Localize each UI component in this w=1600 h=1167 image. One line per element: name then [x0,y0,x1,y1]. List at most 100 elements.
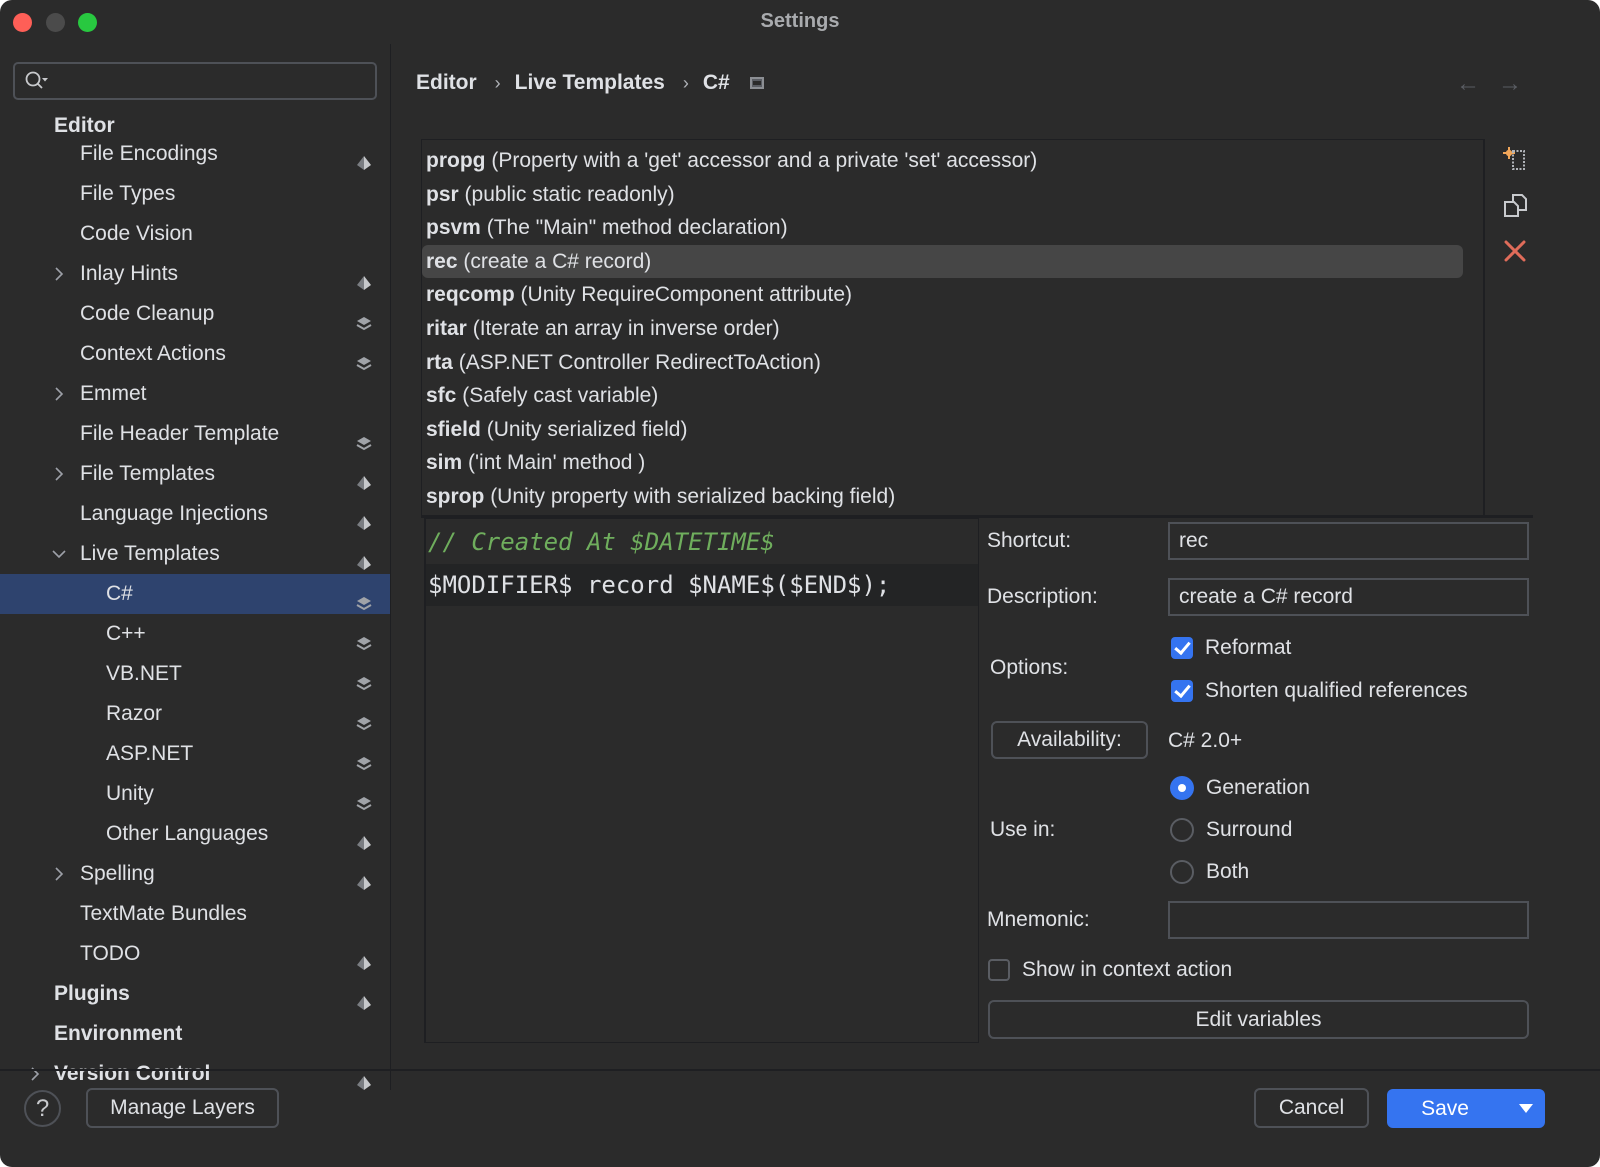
sidebar-item-label: Live Templates [80,542,220,565]
radio-unselected[interactable] [1170,860,1194,884]
back-arrow-icon[interactable]: ← [1456,70,1480,98]
template-description: (Iterate an array in inverse order) [472,317,780,340]
template-description: (Unity serialized field) [486,417,688,441]
template-row[interactable]: rta (ASP.NET Controller RedirectToAction… [422,346,1463,379]
radio-both[interactable]: Both [1170,857,1249,887]
sidebar-item[interactable]: Emmet [0,374,390,414]
sidebar-item[interactable]: Inlay Hints [0,254,390,294]
breadcrumb-live-templates[interactable]: Live Templates [515,71,665,95]
template-description: ('int Main' method ) [468,451,646,475]
checkbox-checked[interactable] [1171,680,1193,702]
chevron-right-icon[interactable] [52,254,66,294]
template-row[interactable]: psvm (The "Main" method declaration) [422,211,1463,244]
checkbox-checked[interactable] [1171,637,1193,659]
project-scope-icon [355,826,373,850]
shorten-references-label: Shorten qualified references [1205,679,1468,702]
template-row[interactable]: sfc (Safely cast variable) [422,379,1463,412]
forward-arrow-icon[interactable]: → [1498,70,1522,98]
shorten-references-checkbox[interactable]: Shorten qualified references [1171,676,1468,706]
sidebar-item[interactable]: ASP.NET [0,734,390,774]
breadcrumb-editor[interactable]: Editor [416,71,477,95]
edit-variables-button[interactable]: Edit variables [988,1000,1529,1039]
template-row[interactable]: reqcomp (Unity RequireComponent attribut… [422,278,1463,311]
template-abbreviation: sfield [426,417,481,441]
duplicate-icon[interactable] [1502,192,1528,218]
sidebar-item[interactable]: Context Actions [0,334,390,374]
sidebar-item[interactable]: Editor [0,114,390,137]
sidebar-item-label: Inlay Hints [80,262,179,285]
chevron-right-icon[interactable] [52,374,66,414]
sidebar-item[interactable]: Plugins [0,974,390,1014]
radio-selected[interactable] [1170,776,1194,800]
help-button[interactable]: ? [24,1090,61,1127]
sidebar-item[interactable]: TextMate Bundles [0,894,390,934]
project-scope-icon [355,986,373,1010]
sidebar-item-label: TextMate Bundles [80,902,247,925]
sidebar-item[interactable]: File Templates [0,454,390,494]
sidebar-item[interactable]: File Types [0,174,390,214]
template-text-editor[interactable]: // Created At $DATETIME$ $MODIFIER$ reco… [424,518,979,1043]
sidebar-item[interactable]: Unity [0,774,390,814]
show-in-context-checkbox[interactable]: Show in context action [988,955,1232,985]
cancel-button[interactable]: Cancel [1254,1088,1369,1128]
layer-scope-icon [749,77,764,89]
sidebar-item[interactable]: Code Vision [0,214,390,254]
delete-icon[interactable] [1502,238,1528,264]
shortcut-input[interactable] [1168,522,1529,560]
template-row[interactable]: sim ('int Main' method ) [422,446,1463,479]
mnemonic-label: Mnemonic: [987,908,1090,931]
chevron-down-icon[interactable] [52,534,66,574]
save-label: Save [1421,1097,1469,1120]
search-box[interactable] [13,62,377,100]
template-row[interactable]: sfield (Unity serialized field) [422,413,1463,446]
reformat-checkbox[interactable]: Reformat [1171,633,1291,663]
radio-surround[interactable]: Surround [1170,815,1292,845]
sidebar-item[interactable]: C# [0,574,390,614]
project-scope-icon [355,546,373,570]
save-dropdown-arrow-icon[interactable] [1519,1104,1533,1113]
template-row[interactable]: ritar (Iterate an array in inverse order… [422,312,1463,345]
both-label: Both [1206,860,1250,883]
add-template-icon[interactable] [1502,146,1528,172]
description-input[interactable] [1168,578,1529,616]
template-abbreviation: reqcomp [426,283,515,307]
sidebar-item-label: Unity [106,782,154,805]
template-description: (create a C# record) [463,249,652,273]
save-button[interactable]: Save [1387,1089,1545,1128]
template-row[interactable]: psr (public static readonly) [422,178,1463,211]
radio-generation[interactable]: Generation [1170,773,1310,803]
sidebar-item[interactable]: Language Injections [0,494,390,534]
search-icon [25,71,48,89]
template-row[interactable]: rec (create a C# record) [422,244,1463,278]
surround-label: Surround [1206,818,1293,841]
checkbox-unchecked[interactable] [988,959,1010,981]
manage-layers-button[interactable]: Manage Layers [86,1088,279,1128]
sidebar-item-label: ASP.NET [106,742,194,765]
radio-unselected[interactable] [1170,818,1194,842]
project-scope-icon [355,506,373,530]
sidebar-item[interactable]: C++ [0,614,390,654]
sidebar-item[interactable]: VB.NET [0,654,390,694]
template-description: (Unity RequireComponent attribute) [520,283,853,307]
sidebar-item-label: Language Injections [80,502,268,525]
template-row[interactable]: sprop (Unity property with serialized ba… [422,480,1463,513]
sidebar-item[interactable]: Environment [0,1014,390,1054]
sidebar-item[interactable]: Version Control [0,1054,390,1090]
chevron-right-icon[interactable] [28,1054,42,1090]
template-row[interactable]: propg (Property with a 'get' accessor an… [422,144,1463,177]
mnemonic-input[interactable] [1168,901,1529,939]
sidebar-item-label: File Header Template [80,422,280,445]
sidebar-item[interactable]: Code Cleanup [0,294,390,334]
sidebar-item[interactable]: Razor [0,694,390,734]
sidebar-item[interactable]: Other Languages [0,814,390,854]
sidebar-item[interactable]: Spelling [0,854,390,894]
sidebar-item[interactable]: Live Templates [0,534,390,574]
availability-value: C# 2.0+ [1168,729,1243,752]
sidebar-item-label: Code Cleanup [80,302,215,325]
sidebar-item[interactable]: File Header Template [0,414,390,454]
sidebar-item[interactable]: TODO [0,934,390,974]
chevron-right-icon[interactable] [52,454,66,494]
availability-button[interactable]: Availability: [991,721,1148,759]
search-input[interactable] [59,68,367,94]
chevron-right-icon[interactable] [52,854,66,894]
